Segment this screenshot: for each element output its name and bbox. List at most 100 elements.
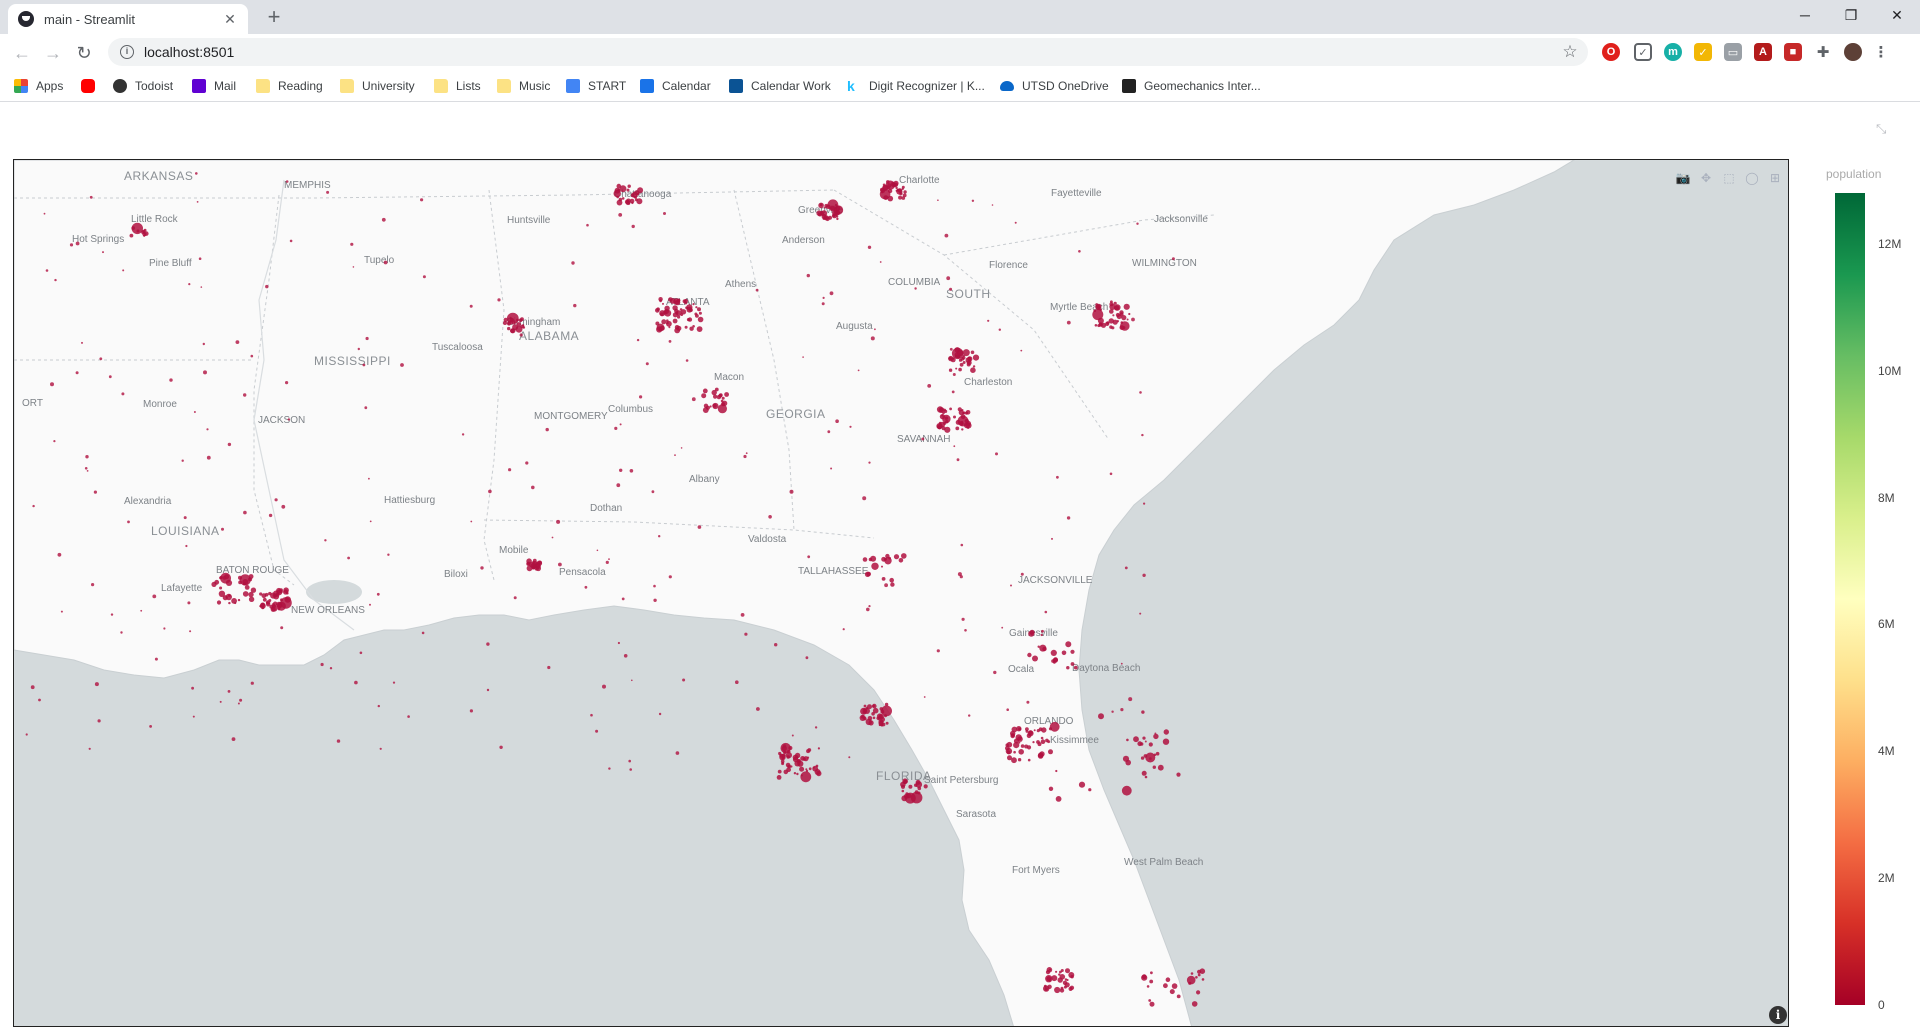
bookmark-calendar[interactable]: Calendar: [640, 77, 711, 95]
town-marker: [951, 390, 955, 394]
city-marker: [781, 761, 784, 764]
city-marker: [862, 708, 867, 713]
bookmark-star-icon[interactable]: ☆: [1560, 42, 1580, 62]
city-marker: [1123, 303, 1130, 310]
bookmark-mail[interactable]: Mail: [192, 77, 236, 95]
state-label: SOUTH: [946, 287, 991, 301]
map-attribution-info-icon[interactable]: i: [1769, 1006, 1787, 1024]
profile-avatar[interactable]: [1844, 43, 1862, 61]
town-marker: [206, 455, 211, 460]
bookmark-start[interactable]: START: [566, 77, 626, 95]
city-label: MEMPHIS: [284, 180, 331, 191]
reload-button[interactable]: ↻: [71, 40, 97, 66]
forward-button[interactable]: →: [40, 40, 66, 66]
browser-menu-icon[interactable]: ⋮: [1872, 43, 1890, 61]
city-marker: [1046, 976, 1052, 982]
bookmark-utsd-onedrive[interactable]: UTSD OneDrive: [1000, 77, 1109, 95]
site-info-icon[interactable]: i: [120, 45, 134, 59]
bookmark-calendar-work[interactable]: Calendar Work: [729, 77, 831, 95]
bookmark-apps[interactable]: Apps: [14, 77, 63, 95]
town-marker: [959, 575, 963, 579]
city-marker: [662, 302, 664, 305]
lasso-select-icon[interactable]: ◯: [1742, 169, 1762, 187]
city-label: JACKSONVILLE: [1018, 575, 1093, 586]
browser-tab[interactable]: main - Streamlit ✕: [8, 4, 248, 34]
city-marker: [284, 596, 291, 603]
town-marker: [368, 477, 370, 480]
city-marker: [268, 599, 272, 602]
bookmark-lists[interactable]: Lists: [434, 77, 481, 95]
opera-extension-icon[interactable]: O: [1602, 43, 1620, 61]
city-marker: [1065, 641, 1072, 648]
town-marker: [953, 445, 956, 448]
town-marker: [1128, 697, 1133, 702]
city-label: Charleston: [964, 377, 1012, 388]
city-marker: [712, 403, 717, 408]
town-marker: [1142, 573, 1146, 577]
bookmark-todoist[interactable]: Todoist: [113, 77, 173, 95]
city-marker: [1066, 666, 1070, 670]
city-marker: [1027, 758, 1031, 762]
bookmark-reading[interactable]: Reading: [256, 77, 323, 95]
city-marker: [692, 303, 695, 306]
city-marker: [510, 328, 515, 334]
town-marker: [364, 406, 368, 410]
town-marker: [285, 180, 289, 183]
pocket-extension-icon[interactable]: ✓: [1634, 43, 1652, 61]
town-marker: [1066, 320, 1071, 325]
youtube-icon: [81, 79, 95, 93]
fullscreen-exit-icon[interactable]: ⤡: [1876, 121, 1886, 137]
city-marker: [889, 577, 894, 583]
pan-icon[interactable]: ✥: [1696, 169, 1716, 187]
city-marker: [800, 771, 812, 783]
red-badge-extension-icon[interactable]: ■: [1784, 43, 1802, 61]
city-marker: [903, 190, 907, 194]
url-text[interactable]: localhost:8501: [144, 44, 1560, 60]
bookmark-geomechanics[interactable]: Geomechanics Inter...: [1122, 77, 1261, 95]
scatter-map[interactable]: ARKANSAS MISSISSIPPI ALABAMA GEORGIA SOUTH LO…: [13, 159, 1789, 1027]
city-marker: [1060, 986, 1064, 990]
city-marker: [1098, 713, 1104, 720]
city-marker: [776, 775, 782, 780]
town-marker: [185, 544, 188, 548]
city-marker: [805, 769, 809, 773]
city-marker: [881, 577, 886, 581]
city-marker: [262, 597, 267, 602]
shield-extension-icon[interactable]: ✓: [1694, 43, 1712, 61]
back-button[interactable]: ←: [9, 40, 35, 66]
city-marker: [659, 312, 664, 317]
bookmark-youtube[interactable]: [81, 77, 103, 95]
box-select-icon[interactable]: ⬚: [1719, 169, 1739, 187]
new-tab-button[interactable]: +: [260, 6, 288, 30]
town-marker: [243, 510, 247, 515]
city-marker: [792, 756, 799, 763]
city-marker: [1069, 985, 1075, 990]
zoom-in-icon[interactable]: ⊞: [1765, 169, 1785, 187]
mendeley-extension-icon[interactable]: m: [1664, 43, 1682, 61]
town-marker: [1131, 317, 1135, 322]
town-marker: [956, 458, 960, 462]
acrobat-extension-icon[interactable]: A: [1754, 43, 1772, 61]
bookmark-music[interactable]: Music: [497, 77, 550, 95]
city-marker: [808, 767, 812, 771]
city-marker: [881, 556, 886, 562]
close-window-button[interactable]: ✕: [1874, 0, 1920, 30]
city-marker: [1144, 775, 1148, 779]
tab-close-icon[interactable]: ✕: [222, 11, 238, 28]
city-marker: [939, 414, 946, 420]
town-marker: [1078, 250, 1081, 253]
city-marker: [871, 712, 875, 716]
restore-window-button[interactable]: ❐: [1828, 0, 1874, 30]
minimize-window-button[interactable]: ─: [1782, 0, 1828, 30]
address-bar[interactable]: i localhost:8501 ☆: [108, 38, 1588, 66]
town-marker: [668, 326, 671, 329]
city-marker: [1033, 729, 1036, 732]
city-marker: [1070, 662, 1075, 666]
camera-icon[interactable]: 📷: [1673, 169, 1693, 187]
extensions-puzzle-icon[interactable]: ✚: [1814, 43, 1832, 61]
city-marker: [1042, 646, 1047, 652]
bookmark-digit-recognizer[interactable]: k Digit Recognizer | K...: [847, 77, 985, 95]
bookmark-university[interactable]: University: [340, 77, 415, 95]
screenshot-extension-icon[interactable]: ▭: [1724, 43, 1742, 61]
map-canvas[interactable]: ARKANSAS MISSISSIPPI ALABAMA GEORGIA SOUTH LO…: [14, 160, 1789, 1027]
